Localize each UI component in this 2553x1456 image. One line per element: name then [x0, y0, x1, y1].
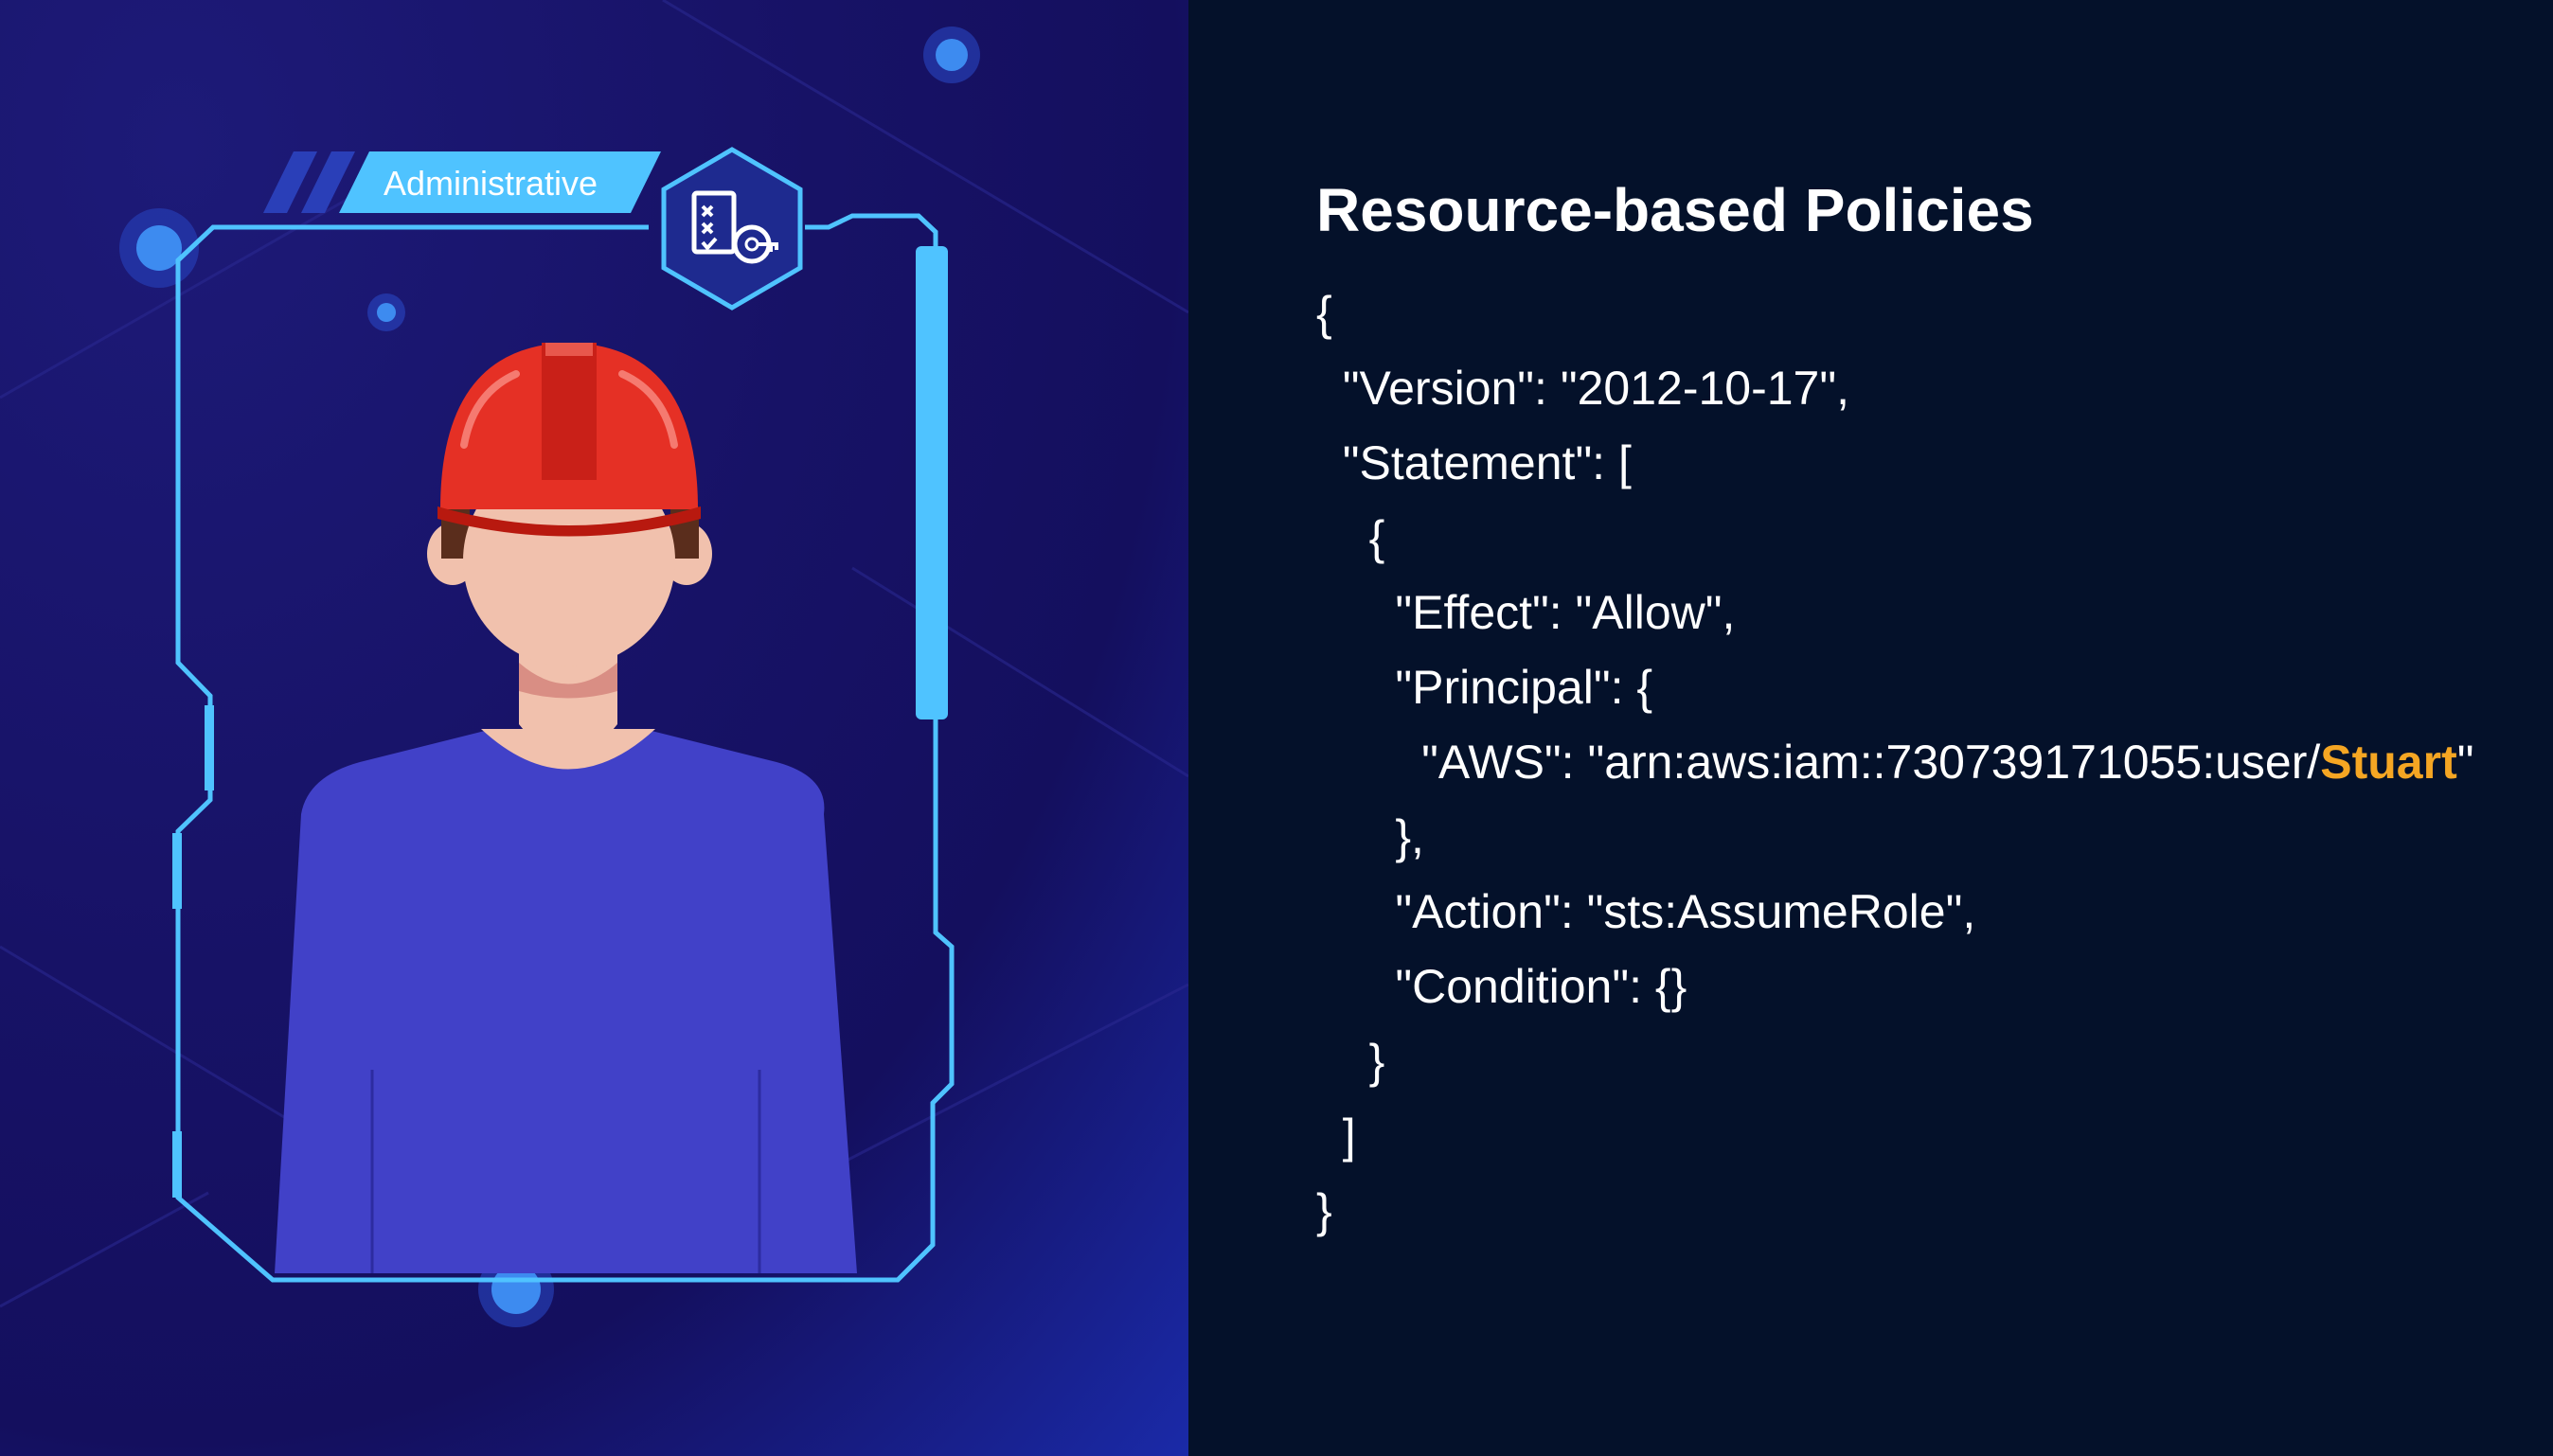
code-line: "Action": "sts:AssumeRole",: [1316, 885, 1976, 938]
code-line: "Statement": [: [1316, 436, 1632, 489]
aws-arn-text: "AWS": "arn:aws:iam::730739171055:user/: [1316, 736, 2321, 789]
code-line: {: [1316, 287, 1332, 340]
illustration-panel: Administrative: [0, 0, 1188, 1456]
code-line: {: [1316, 511, 1385, 564]
code-line: "Principal": {: [1316, 661, 1653, 714]
glow-dot: [136, 225, 182, 271]
glow-dot: [936, 39, 968, 71]
badge-label: Administrative: [384, 164, 598, 203]
frame-accent-bar: [172, 833, 182, 909]
code-line: }: [1316, 1184, 1332, 1237]
slide-title: Resource-based Policies: [1316, 176, 2034, 244]
illustration-canvas: Administrative: [0, 0, 1188, 1327]
code-line: "Condition": {}: [1316, 960, 1687, 1013]
policy-json-code: { "Version": "2012-10-17", "Statement": …: [1316, 276, 2473, 1249]
policy-key-icon: [661, 147, 803, 311]
frame-accent-bar: [172, 1131, 182, 1198]
code-line: },: [1316, 810, 1424, 863]
code-line-aws: "AWS": "arn:aws:iam::730739171055:user/S…: [1316, 725, 2473, 800]
code-line: "Version": "2012-10-17",: [1316, 362, 1849, 415]
code-line: "Effect": "Allow",: [1316, 586, 1736, 639]
code-panel: Resource-based Policies { "Version": "20…: [1188, 0, 2553, 1456]
highlighted-username: Stuart: [2320, 736, 2457, 789]
frame-accent-bar: [916, 246, 948, 719]
code-line: ]: [1316, 1110, 1356, 1163]
closing-quote: ": [2456, 736, 2474, 789]
glow-dot: [377, 303, 396, 322]
frame-accent-bar: [205, 705, 214, 790]
worker-hardhat-avatar: [275, 343, 857, 1273]
code-line: }: [1316, 1035, 1385, 1088]
